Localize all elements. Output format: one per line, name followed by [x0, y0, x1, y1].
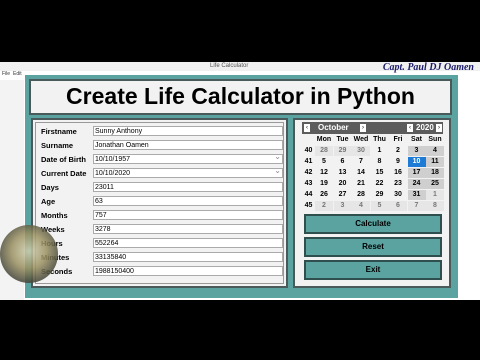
months-field[interactable]: 757 [93, 210, 283, 220]
weekday-header: Fri [393, 136, 403, 143]
calendar-day[interactable]: 18 [426, 168, 444, 178]
calendar-day[interactable]: 9 [389, 157, 407, 167]
calendar-day[interactable]: 17 [407, 168, 426, 178]
calendar-day[interactable]: 7 [352, 157, 370, 167]
next-year-arrow-icon[interactable]: › [436, 124, 442, 132]
calendar-day[interactable]: 8 [371, 157, 389, 167]
window-title: Life Calculator [210, 63, 249, 69]
calendar-day[interactable]: 7 [407, 201, 426, 211]
menu-bar: File Edit [0, 71, 24, 79]
calendar-day[interactable]: 20 [334, 179, 352, 189]
calendar-day[interactable]: 26 [315, 190, 333, 200]
days-field[interactable]: 23011 [93, 182, 283, 192]
calendar-day[interactable]: 8 [426, 201, 444, 211]
minutes-field[interactable]: 33135840 [93, 252, 283, 262]
dob-value: 10/10/1957 [95, 156, 131, 163]
calendar-day[interactable]: 1 [426, 190, 444, 200]
calendar-day[interactable]: 28 [315, 146, 333, 156]
calendar-day[interactable]: 5 [315, 157, 333, 167]
months-label: Months [41, 211, 68, 220]
calculate-button[interactable]: Calculate [304, 214, 442, 234]
calendar-day[interactable]: 21 [352, 179, 370, 189]
weekday-header: Sun [428, 136, 442, 143]
hours-field[interactable]: 552264 [93, 238, 283, 248]
weeks-field[interactable]: 3278 [93, 224, 283, 234]
calendar-day[interactable]: 19 [315, 179, 333, 189]
week-number: 41 [304, 158, 313, 165]
surname-field[interactable]: Jonathan Oamen [93, 140, 283, 150]
week-number: 43 [304, 180, 313, 187]
seconds-field[interactable]: 1988150400 [93, 266, 283, 276]
channel-logo-icon [0, 225, 58, 283]
author-watermark: Capt. Paul DJ Oamen [382, 62, 474, 73]
next-month-arrow-icon[interactable]: › [360, 124, 366, 132]
weekday-header: Mon [316, 136, 332, 143]
calendar-day[interactable]: 5 [370, 201, 389, 211]
current-date-picker[interactable]: 10/10/2020 [93, 166, 283, 178]
firstname-field[interactable]: Sunny Anthony [93, 126, 283, 136]
weekday-header: Thu [373, 136, 386, 143]
calendar-day[interactable]: 23 [389, 179, 407, 189]
current-date-value: 10/10/2020 [95, 170, 131, 177]
calendar-day[interactable]: 29 [333, 146, 352, 156]
weekday-header: Sat [411, 136, 422, 143]
calendar-day[interactable]: 28 [352, 190, 370, 200]
calendar-day[interactable]: 2 [315, 201, 333, 211]
calendar-day[interactable]: 25 [426, 179, 444, 189]
calendar-day[interactable]: 14 [352, 168, 370, 178]
calendar-day[interactable]: 11 [426, 157, 444, 167]
calendar-day[interactable]: 16 [389, 168, 407, 178]
calendar-day[interactable]: 15 [371, 168, 389, 178]
calendar-day[interactable]: 13 [334, 168, 352, 178]
calendar-day[interactable]: 30 [389, 190, 407, 200]
age-field[interactable]: 63 [93, 196, 283, 206]
week-number: 44 [304, 191, 313, 198]
prev-year-arrow-icon[interactable]: ‹ [407, 124, 413, 132]
calendar-day[interactable]: 1 [371, 146, 389, 156]
calendar-day[interactable]: 27 [334, 190, 352, 200]
calendar-day[interactable]: 4 [352, 201, 370, 211]
weekday-header: Tue [336, 136, 349, 143]
prev-month-arrow-icon[interactable]: ‹ [304, 124, 310, 132]
dob-date-picker[interactable]: 10/10/1957 [93, 152, 283, 164]
page-title: Create Life Calculator in Python [66, 83, 415, 109]
calendar-day[interactable]: 12 [315, 168, 333, 178]
week-number: 40 [304, 147, 313, 154]
calendar-day[interactable]: 22 [371, 179, 389, 189]
dob-label: Date of Birth [41, 155, 86, 164]
menu-file[interactable]: File [2, 71, 10, 77]
calendar-day[interactable]: 30 [352, 146, 370, 156]
calendar-year: 2020 [416, 123, 434, 132]
weekday-header: Wed [353, 136, 369, 143]
calendar-day[interactable]: 31 [407, 190, 426, 200]
firstname-label: Firstname [41, 127, 77, 136]
calendar-day[interactable]: 10 [407, 157, 426, 167]
calendar-month: October [318, 123, 349, 132]
exit-button[interactable]: Exit [304, 260, 442, 280]
calendar-day[interactable]: 4 [426, 146, 444, 156]
calendar-day[interactable]: 6 [334, 157, 352, 167]
reset-button[interactable]: Reset [304, 237, 442, 257]
week-number: 42 [304, 169, 313, 176]
age-label: Age [41, 197, 56, 206]
calendar-day[interactable]: 6 [389, 201, 407, 211]
menu-edit[interactable]: Edit [13, 71, 22, 77]
days-label: Days [41, 183, 59, 192]
calendar-day[interactable]: 3 [333, 201, 352, 211]
calendar-day[interactable]: 29 [371, 190, 389, 200]
surname-label: Surname [41, 141, 74, 150]
current-date-label: Current Date [41, 169, 87, 178]
calendar-day[interactable]: 24 [407, 179, 426, 189]
calendar-day[interactable]: 3 [407, 146, 426, 156]
calendar-day[interactable]: 2 [389, 146, 407, 156]
week-number: 45 [304, 202, 313, 209]
